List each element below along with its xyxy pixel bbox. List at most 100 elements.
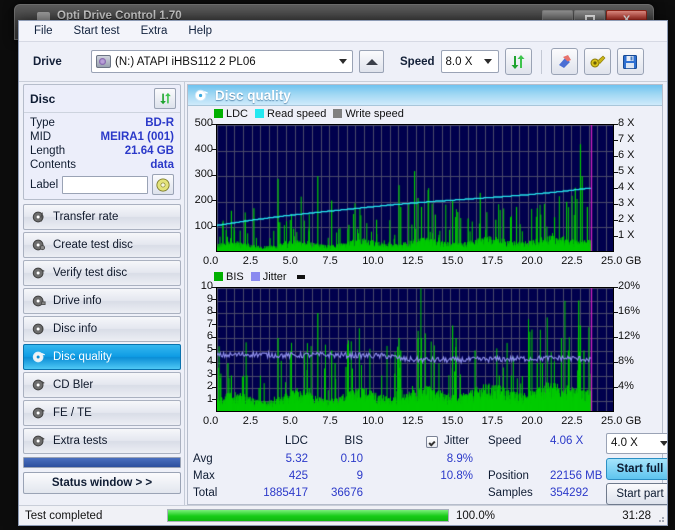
menu-file[interactable]: File [25, 22, 62, 40]
x-tick-label: 10.0 [362, 415, 383, 427]
x-tick-label: 20.0 [521, 415, 542, 427]
x-tick-label: 7.5 [322, 415, 337, 427]
progress-percent: 100.0% [449, 510, 545, 522]
y2-tick-label: 8% [618, 355, 634, 367]
sidebar-item-label: Extra tests [53, 435, 107, 447]
sidebar-item-label: Verify test disc [53, 267, 127, 279]
stats-position-value: 22156 MB [550, 470, 602, 482]
top-chart-plot[interactable] [216, 124, 614, 252]
stats-col-bis: BIS [313, 435, 363, 447]
y-tick [212, 324, 216, 325]
stats-speed-value: 4.06 X [550, 435, 583, 447]
settings-icon [589, 54, 606, 70]
sidebar-item-create-test-disc[interactable]: Create test disc [23, 232, 181, 258]
start-part-button[interactable]: Start part [606, 483, 668, 505]
sidebar-item-cd-bler[interactable]: CD Bler [23, 372, 181, 398]
x-tick-label: 17.5 [482, 415, 503, 427]
menu-start-test[interactable]: Start test [65, 22, 129, 40]
eraser-button[interactable] [551, 48, 578, 75]
disc-quality-panel: Disc quality LDC Read speed Write speed … [187, 84, 663, 505]
top-chart-block: LDC Read speed Write speed 1002003004005… [188, 106, 662, 271]
y2-tick [614, 156, 618, 157]
x-tick-label: 2.5 [243, 255, 258, 267]
disc-row-contents-value: data [150, 159, 174, 171]
sidebar-item-drive-info[interactable]: Drive info [23, 288, 181, 314]
sidebar-item-disc-info[interactable]: Disc info [23, 316, 181, 342]
sidebar-item-transfer-rate[interactable]: Transfer rate [23, 204, 181, 230]
y-tick [212, 362, 216, 363]
menu-help[interactable]: Help [179, 22, 221, 40]
progress-bar-fill [168, 510, 448, 521]
disc-row-mid-value: MEIRA1 (001) [101, 131, 175, 143]
content-area: Disc quality LDC Read speed Write speed … [184, 82, 667, 505]
stats-row-avg-label: Avg [193, 453, 213, 465]
chevron-down-icon [335, 52, 350, 71]
start-full-button[interactable]: Start full [606, 458, 668, 480]
drive-label: Drive [33, 56, 85, 68]
sidebar-item-verify-test-disc[interactable]: Verify test disc [23, 260, 181, 286]
disc-label-button[interactable] [152, 174, 174, 195]
y-tick [212, 175, 216, 176]
x-tick-label: 5.0 [283, 415, 298, 427]
y2-tick [614, 362, 618, 363]
y2-tick-label: 1 X [618, 229, 635, 241]
eject-button[interactable] [359, 50, 384, 73]
y-tick [212, 149, 216, 150]
disc-properties: Type BD-R MID MEIRA1 (001) Length 21.64 … [24, 113, 180, 199]
stats-row-max-label: Max [193, 470, 215, 482]
y-tick [212, 312, 216, 313]
chevron-down-icon [481, 52, 496, 71]
drive-select[interactable]: (N:) ATAPI iHBS112 2 PL06 [91, 50, 353, 73]
status-window-button[interactable]: Status window > > [23, 472, 181, 494]
refresh-button[interactable] [505, 48, 532, 75]
disc-row-length-key: Length [30, 145, 65, 157]
y2-tick [614, 287, 618, 288]
status-text: Test completed [19, 510, 167, 522]
speed-select[interactable]: 8.0 X [441, 50, 499, 73]
x-tick-label: 12.5 [402, 415, 423, 427]
x-tick-label: 0.0 [203, 255, 218, 267]
legend-read-speed: Read speed [255, 108, 326, 120]
sidebar-item-disc-quality[interactable]: Disc quality [23, 344, 181, 370]
y2-tick-label: 4 X [618, 181, 635, 193]
y-tick [212, 337, 216, 338]
y2-tick-label: 2 X [618, 213, 635, 225]
y2-tick-label: 6 X [618, 149, 635, 161]
y-tick-label: 400 [195, 143, 213, 155]
y2-tick-label: 7 X [618, 133, 635, 145]
save-button[interactable] [617, 48, 644, 75]
resize-grip[interactable] [655, 513, 665, 523]
main-window: File Start test Extra Help Drive (N:) AT… [18, 20, 668, 526]
settings-button[interactable] [584, 48, 611, 75]
x-tick-label: 17.5 [482, 255, 503, 267]
y2-tick [614, 387, 618, 388]
eraser-icon [556, 54, 573, 70]
test-speed-select[interactable]: 4.0 X [606, 433, 668, 454]
disc-label-input[interactable] [62, 176, 148, 194]
x-tick-label: 25.0 GB [601, 415, 641, 427]
y2-tick-label: 8 X [618, 117, 635, 129]
stats-avg-bis: 0.10 [313, 453, 363, 465]
x-tick-label: 25.0 GB [601, 255, 641, 267]
disc-refresh-button[interactable] [154, 88, 176, 109]
y-tick-label: 300 [195, 168, 213, 180]
legend-ldc: LDC [214, 108, 248, 120]
stats-samples-label: Samples [488, 487, 533, 499]
drive-select-value: (N:) ATAPI iHBS112 2 PL06 [115, 56, 256, 68]
stats-col-jitter: Jitter [444, 435, 469, 447]
x-tick-label: 20.0 [521, 255, 542, 267]
bottom-chart-plot[interactable] [216, 287, 614, 412]
sidebar-item-fe-te[interactable]: FE / TE [23, 400, 181, 426]
disc-icon [32, 378, 46, 392]
sidebar-item-extra-tests[interactable]: Extra tests [23, 428, 181, 454]
y2-tick-label: 16% [618, 305, 640, 317]
menu-extra[interactable]: Extra [132, 22, 177, 40]
x-tick-label: 7.5 [322, 255, 337, 267]
disc-label-key: Label [30, 179, 58, 191]
stats-max-bis: 9 [313, 470, 363, 482]
disc-row-contents: Contents data [30, 158, 174, 172]
disc-icon [32, 434, 46, 448]
y2-tick [614, 337, 618, 338]
disc-panel-header: Disc [24, 85, 180, 113]
jitter-checkbox[interactable] [426, 436, 438, 448]
